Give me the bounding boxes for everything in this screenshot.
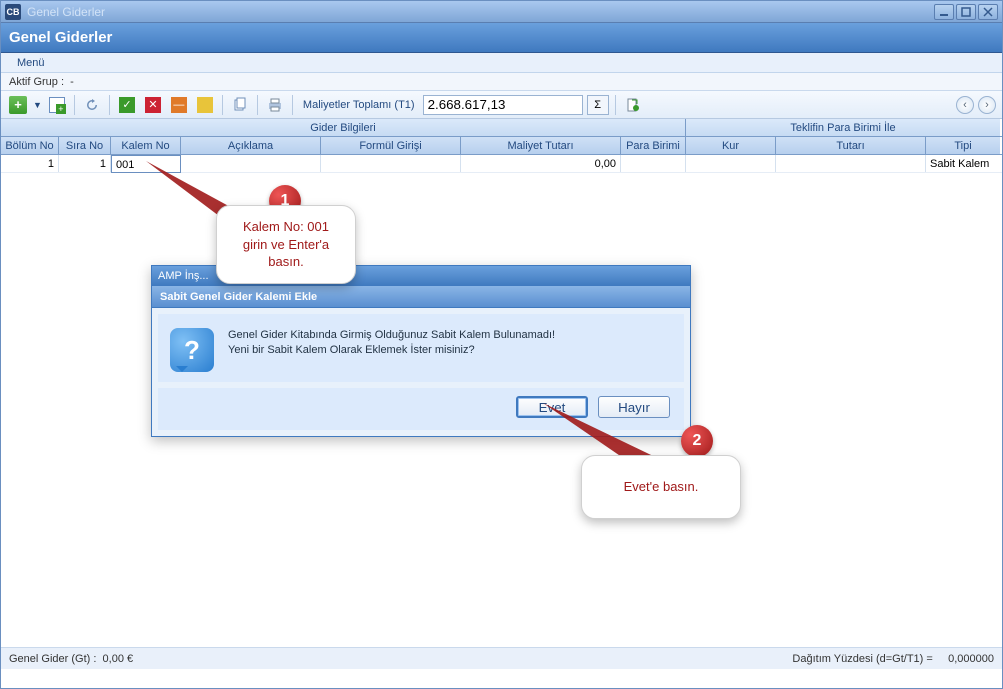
grid-header-groups: Gider Bilgileri Teklifin Para Birimi İle xyxy=(1,119,1002,137)
question-icon: ? xyxy=(170,328,214,372)
close-button[interactable] xyxy=(978,4,998,20)
status-left-label: Genel Gider (Gt) : xyxy=(9,653,96,665)
col-header-formul[interactable]: Formül Girişi xyxy=(321,137,461,154)
active-group-label: Aktif Grup : xyxy=(9,76,64,88)
copy-button[interactable] xyxy=(229,94,251,116)
yellow-button[interactable] xyxy=(194,94,216,116)
statusbar: Genel Gider (Gt) : 0,00 € Dağıtım Yüzdes… xyxy=(1,647,1002,669)
callout-1: Kalem No: 001 girin ve Enter'a basın. xyxy=(216,205,356,284)
window-title: Genel Giderler xyxy=(27,5,105,19)
sigma-button[interactable]: Σ xyxy=(587,95,609,115)
col-header-para[interactable]: Para Birimi xyxy=(621,137,686,154)
cell-tipi[interactable]: Sabit Kalem xyxy=(926,155,1000,172)
active-group-bar: Aktif Grup : - xyxy=(1,73,1002,91)
cell-para[interactable] xyxy=(621,155,686,172)
status-right-label: Dağıtım Yüzdesi (d=Gt/T1) = xyxy=(792,653,932,665)
col-header-aciklama[interactable]: Açıklama xyxy=(181,137,321,154)
col-header-bolum[interactable]: Bölüm No xyxy=(1,137,59,154)
nav-prev-button[interactable]: ‹ xyxy=(956,96,974,114)
total-input[interactable] xyxy=(423,95,583,115)
cell-aciklama[interactable] xyxy=(181,155,321,172)
menubar: Menü xyxy=(1,53,1002,73)
col-header-kur[interactable]: Kur xyxy=(686,137,776,154)
refresh-button[interactable] xyxy=(81,94,103,116)
cell-kalem-editing[interactable]: 001 xyxy=(111,155,181,173)
print-button[interactable] xyxy=(264,94,286,116)
col-header-maliyet[interactable]: Maliyet Tutarı xyxy=(461,137,621,154)
cell-kur[interactable] xyxy=(686,155,776,172)
callout-1-line3: basın. xyxy=(235,253,337,271)
new-item-button[interactable]: + xyxy=(46,94,68,116)
dialog-line1: Genel Gider Kitabında Girmiş Olduğunuz S… xyxy=(228,328,555,343)
confirm-dialog: AMP İnş... Sabit Genel Gider Kalemi Ekle… xyxy=(151,265,691,437)
callout-2: Evet'e basın. xyxy=(581,455,741,519)
grid-header-columns: Bölüm No Sıra No Kalem No Açıklama Formü… xyxy=(1,137,1002,155)
check-green-button[interactable]: ✓ xyxy=(116,94,138,116)
dialog-buttons: Evet Hayır xyxy=(152,388,690,436)
callout-1-line1: Kalem No: 001 xyxy=(235,218,337,236)
orange-button[interactable]: — xyxy=(168,94,190,116)
cell-sira[interactable]: 1 xyxy=(59,155,111,172)
cell-tutar[interactable] xyxy=(776,155,926,172)
total-label: Maliyetler Toplamı (T1) xyxy=(303,99,415,111)
dialog-message: Genel Gider Kitabında Girmiş Olduğunuz S… xyxy=(228,328,555,372)
active-group-value: - xyxy=(70,76,74,88)
export-button[interactable] xyxy=(622,94,644,116)
maximize-button[interactable] xyxy=(956,4,976,20)
window-controls xyxy=(934,4,998,20)
group-header-teklif: Teklifin Para Birimi İle xyxy=(686,119,1000,136)
cell-bolum[interactable]: 1 xyxy=(1,155,59,172)
col-header-kalem[interactable]: Kalem No xyxy=(111,137,181,154)
dialog-body: ? Genel Gider Kitabında Girmiş Olduğunuz… xyxy=(152,308,690,388)
add-button[interactable]: + xyxy=(7,94,29,116)
status-left-value: 0,00 € xyxy=(103,653,134,665)
page-title: Genel Giderler xyxy=(9,29,112,46)
callout-1-line2: girin ve Enter'a xyxy=(235,236,337,254)
dialog-line2: Yeni bir Sabit Kalem Olarak Eklemek İste… xyxy=(228,343,555,358)
cell-maliyet[interactable]: 0,00 xyxy=(461,155,621,172)
col-header-sira[interactable]: Sıra No xyxy=(59,137,111,154)
callout-2-badge: 2 xyxy=(681,425,713,457)
app-icon: CB xyxy=(5,4,21,20)
status-right-value: 0,000000 xyxy=(948,653,994,665)
col-header-tutar[interactable]: Tutarı xyxy=(776,137,926,154)
col-header-tipi[interactable]: Tipi xyxy=(926,137,1000,154)
toolbar: + ▼ + ✓ ✕ — Maliyet xyxy=(1,91,1002,119)
nav-next-button[interactable]: › xyxy=(978,96,996,114)
minimize-button[interactable] xyxy=(934,4,954,20)
titlebar: CB Genel Giderler xyxy=(1,1,1002,23)
dropdown-arrow-icon[interactable]: ▼ xyxy=(33,100,42,110)
dialog-subtitle: Sabit Genel Gider Kalemi Ekle xyxy=(152,286,690,308)
cell-formul[interactable] xyxy=(321,155,461,172)
dialog-no-button[interactable]: Hayır xyxy=(598,396,670,418)
group-header-gider: Gider Bilgileri xyxy=(1,119,686,136)
cancel-red-button[interactable]: ✕ xyxy=(142,94,164,116)
dialog-yes-button[interactable]: Evet xyxy=(516,396,588,418)
page-header: Genel Giderler xyxy=(1,23,1002,53)
dialog-title: AMP İnş... xyxy=(158,270,209,282)
callout-2-text: Evet'e basın. xyxy=(600,478,722,496)
menu-item-menu[interactable]: Menü xyxy=(9,55,53,71)
table-row[interactable]: 1 1 001 0,00 Sabit Kalem xyxy=(1,155,1002,173)
app-window: CB Genel Giderler Genel Giderler Menü Ak… xyxy=(0,0,1003,689)
grid-body: 1 1 001 0,00 Sabit Kalem AMP İnş... Sabi… xyxy=(1,155,1002,647)
